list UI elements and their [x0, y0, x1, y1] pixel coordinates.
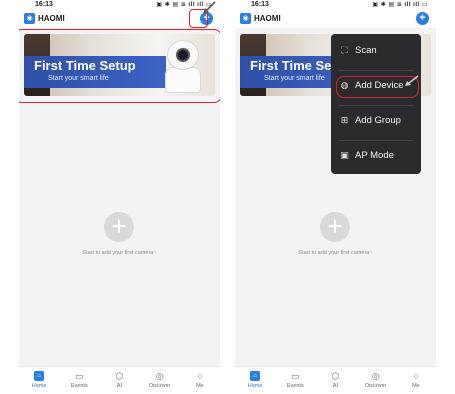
home-icon: ⌂ — [34, 371, 45, 381]
app-name: HAOMI — [254, 14, 281, 23]
banner-title: First Time Setup — [34, 58, 136, 73]
plus-icon: + — [419, 12, 426, 24]
add-dropdown-menu: ⛶ Scan ◍ Add Device ⊞ Add Group ▣ AP Mod… — [331, 34, 421, 174]
pointer-arrow-icon — [203, 1, 216, 14]
app-header: ◉ HAOMI + — [19, 10, 220, 28]
first-time-setup-banner[interactable]: First Time Setup Start your smart life — [24, 34, 215, 96]
events-icon: ▭ — [291, 371, 300, 381]
tab-home[interactable]: ⌂ Home — [19, 367, 59, 394]
tab-events[interactable]: ▭ Events — [275, 367, 315, 394]
menu-item-scan[interactable]: ⛶ Scan — [331, 40, 421, 62]
ai-icon: ⬡ — [115, 371, 124, 381]
app-name: HAOMI — [38, 14, 65, 23]
status-time: 16:13 — [251, 1, 269, 8]
status-icons: ▣ ✱ ▤ ≋ ıll ıll ▭ — [372, 2, 428, 8]
tab-bar: ⌂ Home ▭ Events ⬡ AI ◎ Discover ○ Me — [19, 366, 220, 394]
ap-mode-icon: ▣ — [340, 150, 349, 160]
scan-icon: ⛶ — [341, 45, 348, 55]
tab-me[interactable]: ○ Me — [180, 367, 220, 394]
discover-icon: ◎ — [155, 371, 164, 381]
add-camera-button[interactable]: + — [104, 212, 134, 242]
me-icon: ○ — [197, 371, 203, 381]
add-group-icon: ⊞ — [340, 115, 349, 125]
events-icon: ▭ — [75, 371, 84, 381]
banner-subtitle: Start your smart life — [48, 75, 109, 82]
menu-item-ap-mode[interactable]: ▣ AP Mode — [331, 145, 421, 167]
phone-screen-left: 16:13 ▣ ✱ ▤ ≋ ıll ıll ▭ ◉ HAOMI + First … — [19, 0, 220, 394]
status-bar: 16:13 ▣ ✱ ▤ ≋ ıll ıll ▭ — [19, 0, 220, 10]
empty-hint: Start to add your first camera~ — [82, 250, 157, 256]
me-icon: ○ — [413, 371, 419, 381]
status-time: 16:13 — [35, 1, 53, 8]
tab-me[interactable]: ○ Me — [396, 367, 436, 394]
pointer-arrow-icon — [405, 75, 419, 86]
add-device-icon: ◍ — [340, 80, 349, 90]
tab-discover[interactable]: ◎ Discover — [356, 367, 396, 394]
status-bar: 16:13 ▣ ✱ ▤ ≋ ıll ıll ▭ — [235, 0, 436, 10]
camera-app-icon: ◉ — [24, 13, 35, 24]
tab-home[interactable]: ⌂ Home — [235, 367, 275, 394]
phone-screen-right: 16:13 ▣ ✱ ▤ ≋ ıll ıll ▭ ◉ HAOMI + First … — [235, 0, 436, 394]
empty-hint: Start to add your first camera~ — [298, 250, 373, 256]
discover-icon: ◎ — [371, 371, 380, 381]
home-icon: ⌂ — [250, 371, 261, 381]
camera-image — [163, 40, 203, 94]
add-button[interactable]: + — [416, 12, 429, 25]
camera-app-icon: ◉ — [240, 13, 251, 24]
menu-item-add-group[interactable]: ⊞ Add Group — [331, 110, 421, 132]
tab-bar: ⌂ Home ▭ Events ⬡ AI ◎ Discover ○ Me — [235, 366, 436, 394]
tab-ai[interactable]: ⬡ AI — [315, 367, 355, 394]
add-camera-button[interactable]: + — [320, 212, 350, 242]
app-header: ◉ HAOMI + — [235, 10, 436, 28]
tab-discover[interactable]: ◎ Discover — [140, 367, 180, 394]
banner-subtitle: Start your smart life — [264, 75, 325, 82]
tab-events[interactable]: ▭ Events — [59, 367, 99, 394]
ai-icon: ⬡ — [331, 371, 340, 381]
tab-ai[interactable]: ⬡ AI — [99, 367, 139, 394]
